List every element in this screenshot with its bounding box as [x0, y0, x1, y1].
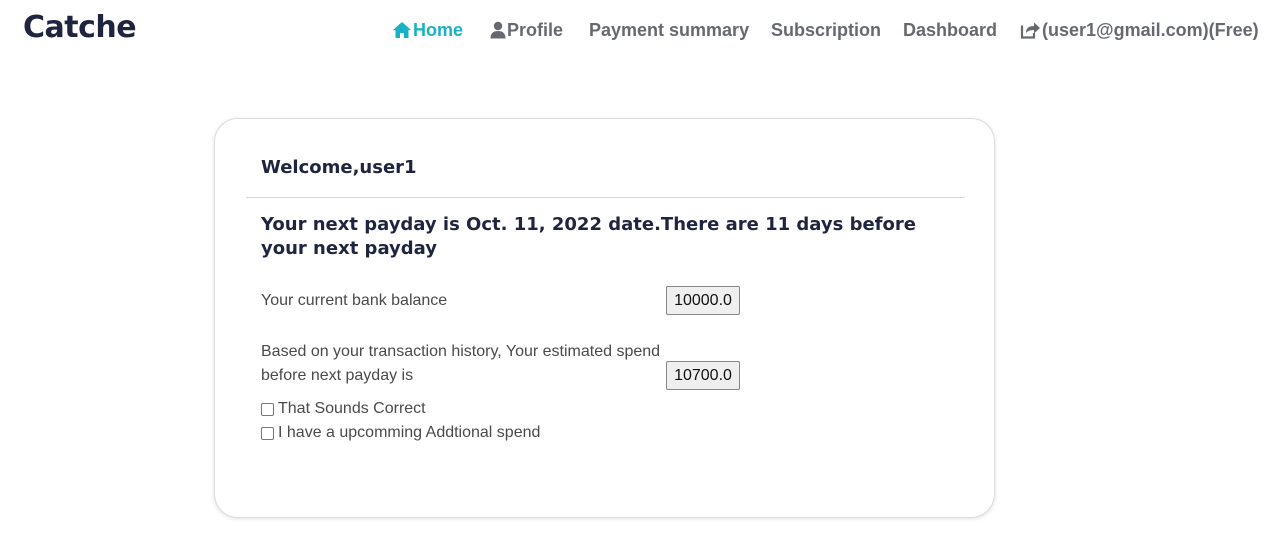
nav-subscription[interactable]: Subscription: [771, 18, 881, 42]
user-icon: [490, 21, 507, 39]
brand-logo[interactable]: Catche: [23, 10, 137, 45]
nav-payment-summary-label: Payment summary: [589, 20, 750, 40]
nav-account-logout[interactable]: (user1@gmail.com)(Free): [1020, 18, 1259, 42]
additional-spend-label: I have a upcomming Addtional spend: [278, 424, 541, 441]
nav-payment-summary[interactable]: Payment summary: [589, 18, 749, 42]
top-nav: Home Profile Payment summary Subscriptio…: [392, 18, 1259, 42]
nav-dashboard-label: Dashboard: [903, 20, 998, 40]
additional-spend-option[interactable]: I have a upcomming Addtional spend: [261, 424, 540, 442]
nav-home-label: Home: [413, 20, 464, 40]
nav-profile[interactable]: Profile: [490, 18, 563, 42]
welcome-title: Welcome,user1: [261, 157, 417, 178]
payday-card: Welcome,user1 Your next payday is Oct. 1…: [214, 118, 995, 518]
card-divider: [246, 197, 965, 198]
sounds-correct-checkbox[interactable]: [261, 402, 274, 416]
balance-label: Your current bank balance: [261, 292, 448, 309]
home-icon: [392, 21, 413, 39]
sounds-correct-label: That Sounds Correct: [278, 400, 426, 417]
payday-message: Your next payday is Oct. 11, 2022 date.T…: [261, 214, 916, 259]
additional-spend-checkbox[interactable]: [261, 426, 274, 440]
nav-account-label: (user1@gmail.com)(Free): [1042, 20, 1259, 40]
balance-value-field[interactable]: 10000.0: [666, 286, 740, 315]
estimated-spend-value-field[interactable]: 10700.0: [666, 361, 740, 390]
nav-profile-label: Profile: [507, 20, 564, 40]
nav-subscription-label: Subscription: [771, 20, 882, 40]
sounds-correct-option[interactable]: That Sounds Correct: [261, 400, 426, 418]
nav-dashboard[interactable]: Dashboard: [903, 18, 997, 42]
share-out-icon: [1020, 21, 1042, 39]
estimated-spend-label: Based on your transaction history, Your …: [261, 343, 661, 384]
nav-home[interactable]: Home: [392, 18, 463, 42]
